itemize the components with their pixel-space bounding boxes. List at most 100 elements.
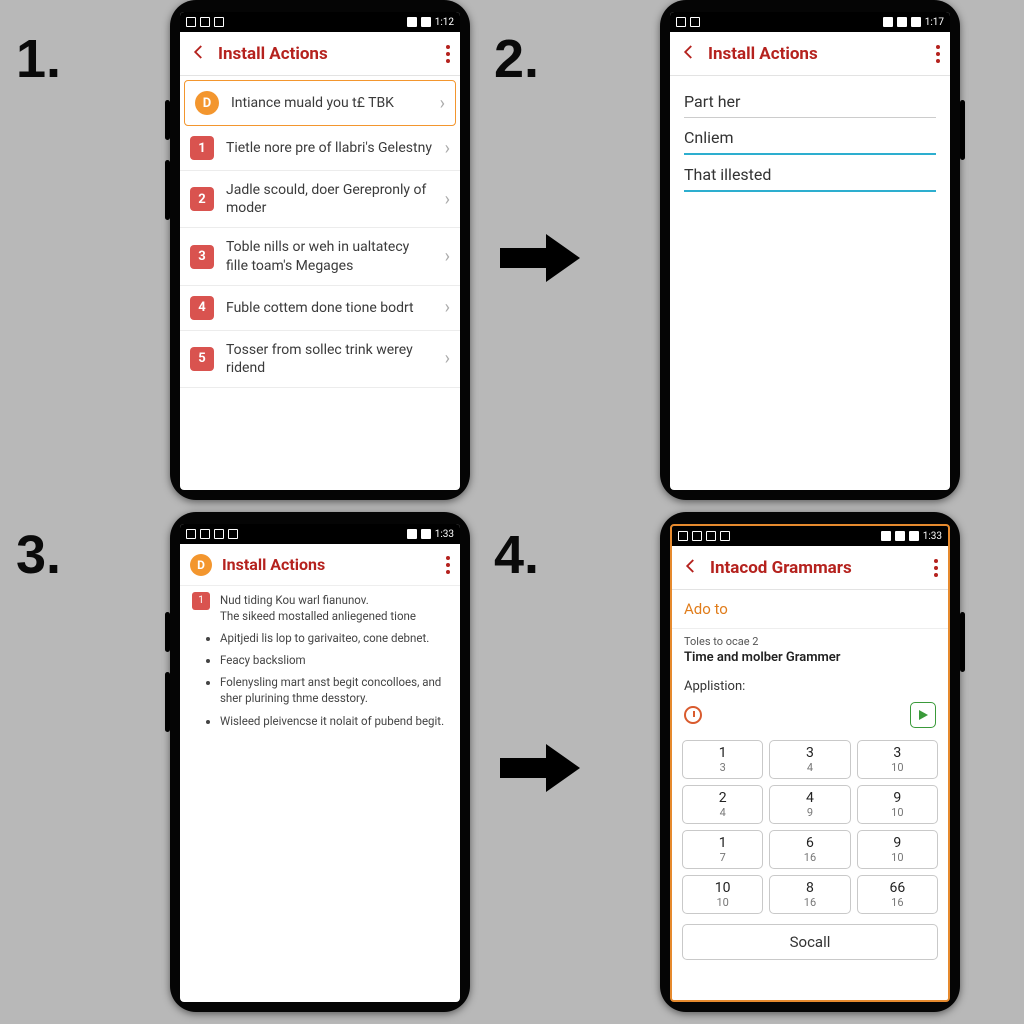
list-item-label: Intiance muald you t£ TBK: [231, 94, 428, 112]
status-icon: [228, 529, 238, 539]
content-body: 1 Nud tiding Kou warl fianunov. The sike…: [180, 586, 460, 735]
overflow-menu-icon[interactable]: [446, 556, 450, 574]
bullet-item: Apitjedi lis lop to garivaiteo, cone deb…: [220, 630, 448, 646]
screen-4: 1:33 Intacod Grammars Ado to Toles to oc…: [670, 524, 950, 1002]
arrow-step1-to-step2: [500, 230, 580, 286]
status-time: 1:33: [923, 531, 942, 542]
keypad-key[interactable]: 34: [769, 740, 850, 779]
field-label: Applistion:: [684, 679, 936, 694]
list-item[interactable]: D Intiance muald you t£ TBK ›: [184, 80, 456, 126]
chevron-right-icon: ›: [445, 138, 450, 159]
keypad-key[interactable]: 1010: [682, 875, 763, 914]
status-bar: 1:17: [670, 12, 950, 32]
phone-step-3: 1:33 D Install Actions 1 Nud tiding Kou …: [170, 512, 470, 1012]
keypad-key[interactable]: 49: [769, 785, 850, 824]
list-item[interactable]: 1 Tietle nore pre of llabri's Gelestny ›: [180, 126, 460, 171]
screen-3: 1:33 D Install Actions 1 Nud tiding Kou …: [180, 524, 460, 1002]
list-item-label: Fuble cottem done tione bodrt: [226, 299, 433, 317]
app-bar: Intacod Grammars: [672, 546, 948, 590]
step-number-1: 1.: [16, 28, 61, 90]
status-icon: [690, 17, 700, 27]
field-underline: [684, 190, 936, 192]
keypad-key[interactable]: 616: [769, 830, 850, 869]
list-item[interactable]: 3 Toble nills or weh in ualtatecy fille …: [180, 228, 460, 285]
arrow-step3-to-step4: [500, 740, 580, 796]
list-item[interactable]: 5 Tosser from sollec trink werey ridend …: [180, 331, 460, 388]
keypad-key[interactable]: 13: [682, 740, 763, 779]
signal-icon: [421, 529, 431, 539]
socall-button[interactable]: Socall: [682, 924, 938, 960]
signal-icon: [895, 531, 905, 541]
app-bar: Install Actions: [670, 32, 950, 76]
keypad-key[interactable]: 17: [682, 830, 763, 869]
wifi-icon: [881, 531, 891, 541]
keypad-key[interactable]: 6616: [857, 875, 938, 914]
text-field-label[interactable]: Part her: [684, 82, 936, 117]
status-bar: 1:33: [672, 526, 948, 546]
list-item-label: Toble nills or weh in ualtatecy fille to…: [226, 238, 433, 274]
status-icon: [706, 531, 716, 541]
actions-list[interactable]: D Intiance muald you t£ TBK › 1 Tietle n…: [180, 76, 460, 490]
keypad-key[interactable]: 816: [769, 875, 850, 914]
keypad-key[interactable]: 910: [857, 830, 938, 869]
app-badge-icon: D: [195, 91, 219, 115]
text-field-label[interactable]: That illested: [684, 155, 936, 190]
keypad-key[interactable]: 24: [682, 785, 763, 824]
appbar-title: Install Actions: [222, 555, 436, 574]
status-time: 1:17: [925, 17, 944, 28]
battery-icon: [911, 17, 921, 27]
chevron-right-icon: ›: [440, 93, 445, 114]
addto-field[interactable]: Ado to: [672, 590, 948, 629]
overflow-menu-icon[interactable]: [936, 45, 940, 63]
keypad-key[interactable]: 310: [857, 740, 938, 779]
text-field-label[interactable]: Cnliem: [684, 118, 936, 153]
wifi-icon: [883, 17, 893, 27]
phone-step-4: 1:33 Intacod Grammars Ado to Toles to oc…: [660, 512, 960, 1012]
item-number-badge: 4: [190, 296, 214, 320]
item-number-badge: 2: [190, 187, 214, 211]
overflow-menu-icon[interactable]: [446, 45, 450, 63]
appbar-title: Install Actions: [218, 44, 436, 64]
list-item-label: Tietle nore pre of llabri's Gelestny: [226, 139, 433, 157]
appbar-title: Install Actions: [708, 44, 926, 64]
status-icon: [200, 529, 210, 539]
back-icon[interactable]: [682, 557, 700, 579]
list-item[interactable]: 2 Jadle scould, doer Gerepronly of moder…: [180, 171, 460, 228]
status-icon: [678, 531, 688, 541]
item-number-badge: 1: [192, 592, 210, 610]
numbered-heading: 1 Nud tiding Kou warl fianunov. The sike…: [192, 592, 448, 624]
item-number-badge: 5: [190, 347, 214, 371]
app-bar: D Install Actions: [180, 544, 460, 586]
app-badge-icon: D: [190, 554, 212, 576]
appbar-title: Intacod Grammars: [710, 558, 924, 578]
back-icon[interactable]: [190, 43, 208, 65]
status-icon: [676, 17, 686, 27]
status-time: 1:33: [435, 529, 454, 540]
section-title: Time and molber Grammer: [684, 650, 936, 665]
wifi-icon: [407, 529, 417, 539]
heading-text-small: Nud tiding Kou warl fianunov.: [220, 592, 416, 608]
keypad-key[interactable]: 910: [857, 785, 938, 824]
bullet-item: Wisleed pleivencse it nolait of pubend b…: [220, 713, 448, 729]
list-item[interactable]: 4 Fuble cottem done tione bodrt ›: [180, 286, 460, 331]
overflow-menu-icon[interactable]: [934, 559, 938, 577]
status-icon: [186, 17, 196, 27]
addto-label: Ado to: [684, 596, 936, 622]
step-number-4: 4.: [494, 524, 539, 586]
list-item-label: Jadle scould, doer Gerepronly of moder: [226, 181, 433, 217]
item-number-badge: 1: [190, 136, 214, 160]
status-icon: [214, 17, 224, 27]
number-keypad: 13 34 310 24 49 910 17 616 910 1010 816 …: [672, 734, 948, 920]
status-icon: [214, 529, 224, 539]
step-number-2: 2.: [494, 28, 539, 90]
battery-icon: [909, 531, 919, 541]
app-bar: Install Actions: [180, 32, 460, 76]
clock-icon: [684, 706, 702, 724]
list-item-label: Tosser from sollec trink werey ridend: [226, 341, 433, 377]
screen-1: 1:12 Install Actions D Intiance muald yo…: [180, 12, 460, 490]
back-icon[interactable]: [680, 43, 698, 65]
section: Toles to ocae 2 Time and molber Grammer …: [672, 629, 948, 702]
play-button[interactable]: [910, 702, 936, 728]
status-time: 1:12: [435, 17, 454, 28]
status-icon: [720, 531, 730, 541]
